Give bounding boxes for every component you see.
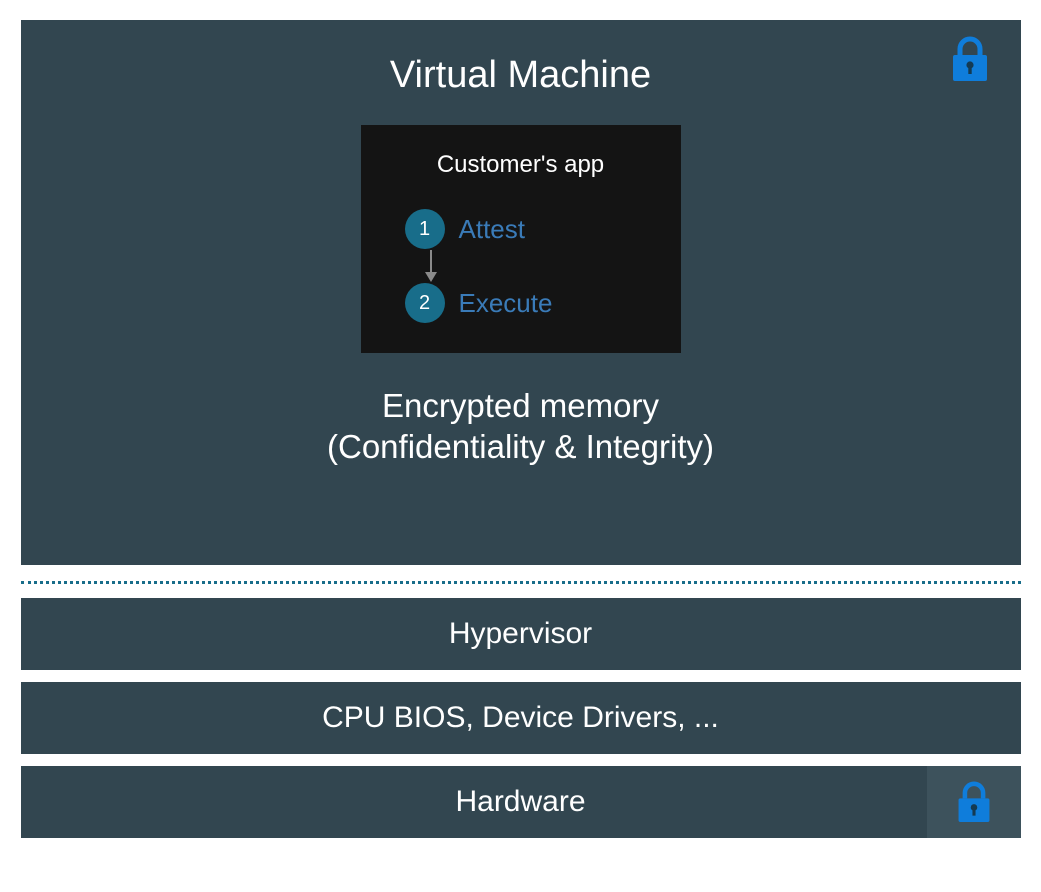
hypervisor-label: Hypervisor [449,617,592,651]
encrypted-line-1: Encrypted memory [327,385,714,426]
bios-label: CPU BIOS, Device Drivers, ... [322,701,719,735]
hypervisor-layer: Hypervisor [21,598,1021,670]
lock-icon-svg [948,35,992,83]
customer-app-box: Customer's app 1 Attest 2 Execute [361,125,681,353]
hardware-lock-slot [927,766,1021,838]
step-label-execute: Execute [459,288,553,319]
vm-box: Virtual Machine Customer's app 1 Attest … [21,20,1021,565]
encrypted-memory-label: Encrypted memory (Confidentiality & Inte… [327,385,714,468]
step-attest: 1 Attest [405,209,525,249]
app-title: Customer's app [437,151,604,179]
hardware-layer: Hardware [21,766,1021,838]
lock-icon [954,780,994,824]
hardware-label: Hardware [455,785,585,819]
trust-boundary-divider [21,581,1021,584]
arrow-down-icon [425,249,437,283]
vm-title: Virtual Machine [390,54,651,97]
architecture-stack: Virtual Machine Customer's app 1 Attest … [21,20,1021,838]
step-number-1: 1 [405,209,445,249]
encrypted-line-2: (Confidentiality & Integrity) [327,426,714,467]
step-number-2: 2 [405,283,445,323]
lock-icon [943,32,997,86]
step-execute: 2 Execute [405,283,553,323]
step-label-attest: Attest [459,214,525,245]
bios-drivers-layer: CPU BIOS, Device Drivers, ... [21,682,1021,754]
